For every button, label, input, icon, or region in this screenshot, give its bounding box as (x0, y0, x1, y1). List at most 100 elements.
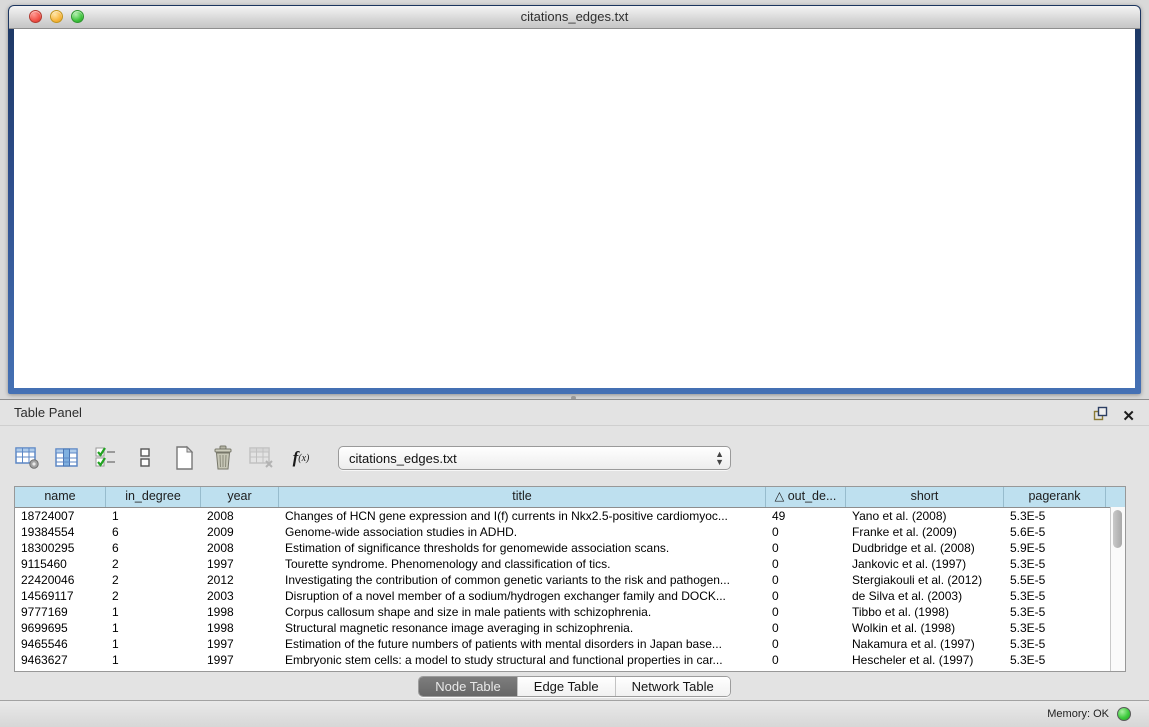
column-header-short[interactable]: short (846, 487, 1004, 507)
table-cell: 9465546 (15, 636, 106, 652)
network-view[interactable] (14, 29, 1135, 388)
column-header-out_de[interactable]: △ out_de... (766, 487, 846, 507)
tab-edge-table[interactable]: Edge Table (518, 677, 616, 696)
window-title: citations_edges.txt (521, 9, 629, 24)
table-cell: 2 (106, 556, 201, 572)
table-select-value: citations_edges.txt (349, 451, 715, 466)
table-cell: 0 (766, 588, 846, 604)
table-cell: 5.3E-5 (1004, 620, 1106, 636)
network-canvas[interactable] (14, 29, 1135, 388)
memory-status-label: Memory: OK (1047, 708, 1109, 720)
table-cell: 19384554 (15, 524, 106, 540)
table-cell: Hescheler et al. (1997) (846, 652, 1004, 668)
table-row[interactable]: 911546021997Tourette syndrome. Phenomeno… (15, 556, 1125, 572)
table-cell: 0 (766, 540, 846, 556)
table-cell: 1997 (201, 652, 279, 668)
window-controls (29, 10, 84, 23)
table-cell: 1997 (201, 636, 279, 652)
table-panel-title: Table Panel (14, 405, 82, 420)
dropdown-stepper-icon: ▲▼ (715, 450, 724, 466)
float-panel-icon[interactable] (1093, 404, 1108, 429)
table-cell: Franke et al. (2009) (846, 524, 1004, 540)
table-row[interactable]: 1872400712008Changes of HCN gene express… (15, 508, 1125, 524)
window-title-bar[interactable]: citations_edges.txt (9, 6, 1140, 29)
table-cell: 0 (766, 652, 846, 668)
table-cell: 5.5E-5 (1004, 572, 1106, 588)
table-cell: 5.9E-5 (1004, 540, 1106, 556)
tab-network-table[interactable]: Network Table (616, 677, 730, 696)
minimize-window-icon[interactable] (50, 10, 63, 23)
table-row[interactable]: 1830029562008Estimation of significance … (15, 540, 1125, 556)
close-panel-icon[interactable]: ✕ (1122, 409, 1135, 425)
table-cell: Investigating the contribution of common… (279, 572, 766, 588)
table-cell: 2 (106, 588, 201, 604)
table-row[interactable]: 977716911998Corpus callosum shape and si… (15, 604, 1125, 620)
column-header-in_degree[interactable]: in_degree (106, 487, 201, 507)
table-cell: Genome-wide association studies in ADHD. (279, 524, 766, 540)
table-cell: de Silva et al. (2003) (846, 588, 1004, 604)
table-cell: Jankovic et al. (1997) (846, 556, 1004, 572)
column-header-year[interactable]: year (201, 487, 279, 507)
status-bar: Memory: OK (0, 700, 1149, 727)
table-row[interactable]: 946554611997Estimation of the future num… (15, 636, 1125, 652)
column-header-name[interactable]: name (15, 487, 106, 507)
row-selection-icon[interactable] (92, 445, 120, 471)
table-row[interactable]: 1938455462009Genome-wide association stu… (15, 524, 1125, 540)
split-view-icon[interactable] (131, 445, 159, 471)
table-cell: 5.3E-5 (1004, 652, 1106, 668)
delete-table-icon (248, 445, 276, 471)
table-cell: Tibbo et al. (1998) (846, 604, 1004, 620)
table-select-dropdown[interactable]: citations_edges.txt ▲▼ (338, 446, 731, 470)
delete-column-icon[interactable] (209, 445, 237, 471)
table-cell: 2008 (201, 508, 279, 524)
table-cell: 1998 (201, 620, 279, 636)
new-column-icon[interactable] (170, 445, 198, 471)
table-cell: 49 (766, 508, 846, 524)
table-cell: 1 (106, 636, 201, 652)
table-cell: 5.3E-5 (1004, 588, 1106, 604)
table-body: 1872400712008Changes of HCN gene express… (15, 508, 1125, 671)
table-cell: 18724007 (15, 508, 106, 524)
table-cell: 0 (766, 556, 846, 572)
table-cell: 1997 (201, 556, 279, 572)
table-cell: 18300295 (15, 540, 106, 556)
table-cell: 5.3E-5 (1004, 604, 1106, 620)
table-cell: 2003 (201, 588, 279, 604)
table-cell: 1 (106, 508, 201, 524)
table-cell: Estimation of the future numbers of pati… (279, 636, 766, 652)
table-options-icon[interactable] (14, 445, 42, 471)
memory-ok-indicator-icon[interactable] (1117, 707, 1131, 721)
column-header-title[interactable]: title (279, 487, 766, 507)
table-row[interactable]: 2242004622012Investigating the contribut… (15, 572, 1125, 588)
table-cell: Structural magnetic resonance image aver… (279, 620, 766, 636)
table-cell: 0 (766, 572, 846, 588)
table-vertical-scrollbar[interactable] (1110, 507, 1125, 671)
table-cell: 6 (106, 524, 201, 540)
table-cell: 5.3E-5 (1004, 636, 1106, 652)
table-row[interactable]: 946362711997Embryonic stem cells: a mode… (15, 652, 1125, 668)
table-cell: 0 (766, 620, 846, 636)
network-window: citations_edges.txt (8, 5, 1141, 394)
table-cell: Yano et al. (2008) (846, 508, 1004, 524)
table-cell: 5.3E-5 (1004, 508, 1106, 524)
table-cell: 14569117 (15, 588, 106, 604)
scrollbar-thumb[interactable] (1113, 510, 1122, 548)
tab-node-table[interactable]: Node Table (419, 677, 518, 696)
column-header-pagerank[interactable]: pagerank (1004, 487, 1106, 507)
table-cell: 0 (766, 524, 846, 540)
table-cell: 1 (106, 652, 201, 668)
close-window-icon[interactable] (29, 10, 42, 23)
table-cell: 0 (766, 604, 846, 620)
table-toolbar: f(x) citations_edges.txt ▲▼ (14, 442, 731, 474)
table-cell: 6 (106, 540, 201, 556)
select-columns-icon[interactable] (53, 445, 81, 471)
table-row[interactable]: 969969511998Structural magnetic resonanc… (15, 620, 1125, 636)
table-cell: 9115460 (15, 556, 106, 572)
function-builder-icon[interactable]: f(x) (287, 445, 315, 471)
table-panel: Table Panel ✕ (0, 399, 1149, 701)
table-cell: 22420046 (15, 572, 106, 588)
zoom-window-icon[interactable] (71, 10, 84, 23)
table-cell: Estimation of significance thresholds fo… (279, 540, 766, 556)
table-cell: 9777169 (15, 604, 106, 620)
table-row[interactable]: 1456911722003Disruption of a novel membe… (15, 588, 1125, 604)
